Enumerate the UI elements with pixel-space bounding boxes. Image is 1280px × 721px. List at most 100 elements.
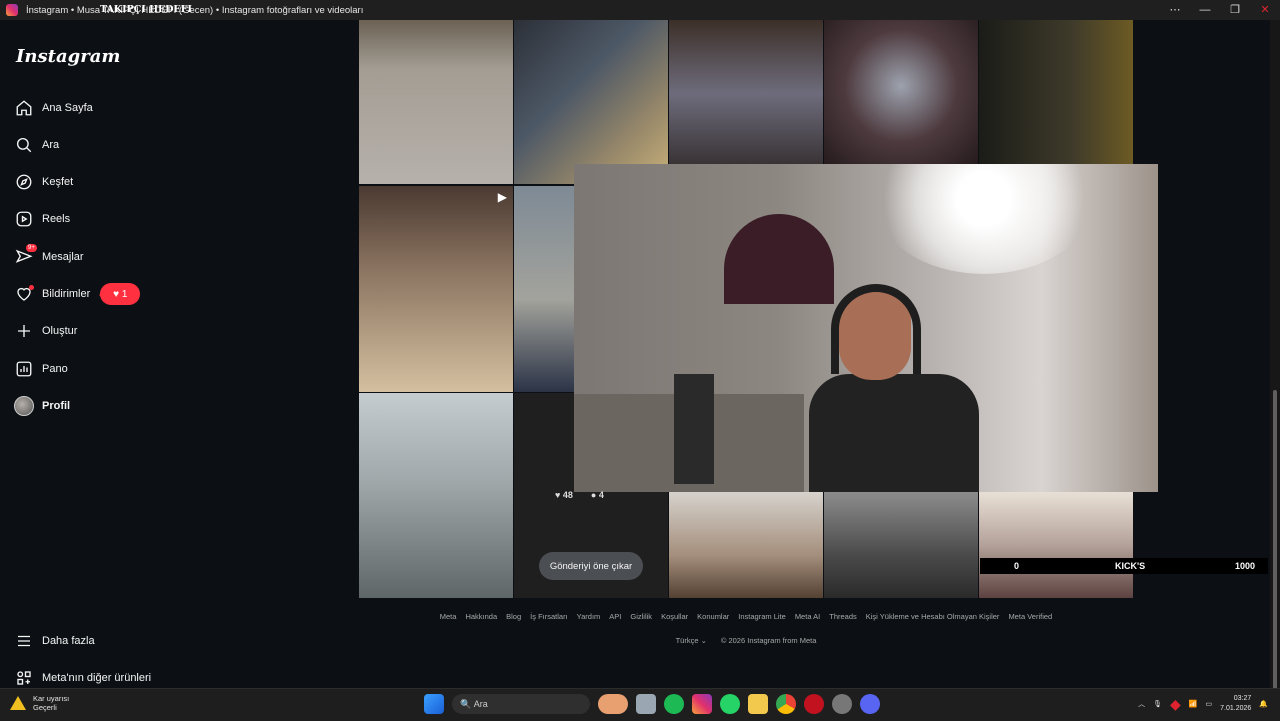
chevron-up-icon[interactable]: ︿ (1138, 699, 1145, 709)
post-thumbnail[interactable] (359, 393, 513, 598)
post-thumbnail[interactable] (359, 20, 513, 184)
dashboard-icon (14, 359, 34, 379)
task-view-icon[interactable] (636, 694, 656, 714)
clock[interactable]: 03:27 7.01.2026 (1220, 694, 1251, 714)
ellipsis-icon[interactable]: ⋯ (1160, 0, 1190, 20)
plus-icon (14, 321, 34, 341)
chrome-icon[interactable] (776, 694, 796, 714)
notifications-icon[interactable]: 🔔 (1259, 700, 1268, 708)
footer-link[interactable]: Meta AI (795, 612, 820, 621)
heart-icon (14, 284, 34, 304)
page-scrollbar[interactable] (1270, 20, 1280, 690)
nav-create[interactable]: Oluştur (14, 318, 77, 344)
stream-overlay-title: TAKIPÇI HEDEFI (100, 4, 192, 15)
spotify-icon[interactable] (664, 694, 684, 714)
footer-link[interactable]: Blog (506, 612, 521, 621)
nav-messages-label: Mesajlar (42, 251, 84, 263)
nav-notifications[interactable]: Bildirimler ♥ 1 (14, 281, 141, 307)
clock-time: 03:27 (1233, 695, 1252, 702)
close-icon[interactable]: ✕ (1250, 0, 1280, 20)
footer-link[interactable]: Kişi Yükleme ve Hesabı Olmayan Kişiler (866, 612, 1000, 621)
reels-icon (14, 209, 34, 229)
footer-link[interactable]: Threads (829, 612, 857, 621)
taskbar-apps: 🔍 Ara (424, 694, 880, 714)
messages-badge: 9+ (26, 244, 37, 252)
nav-messages[interactable]: 9+ Mesajlar (14, 244, 84, 270)
weather-title: Kar uyarısı (33, 694, 70, 703)
post-thumbnail[interactable] (979, 492, 1133, 598)
post-thumbnail[interactable]: ▶ (359, 186, 513, 392)
more-menu[interactable]: Daha fazla (14, 628, 95, 654)
nav-reels[interactable]: Reels (14, 206, 70, 232)
weather-subtitle: Geçerli (33, 703, 57, 712)
footer-link[interactable]: Meta (440, 612, 457, 621)
warning-icon (10, 696, 26, 710)
nav-explore-label: Keşfet (42, 176, 74, 188)
app-red-icon[interactable] (804, 694, 824, 714)
footer-link[interactable]: Instagram Lite (738, 612, 786, 621)
kick-label: KICK'S (1115, 561, 1146, 571)
sidebar: Instagram Ana Sayfa Ara Keşfet Reels 9+ … (0, 20, 359, 688)
footer-link[interactable]: Konumlar (697, 612, 729, 621)
footer-link[interactable]: API (609, 612, 621, 621)
nav-home-label: Ana Sayfa (42, 102, 93, 114)
scrollbar-thumb[interactable] (1273, 390, 1277, 690)
microphone-icon[interactable]: 🎙 (1153, 700, 1162, 708)
webcam-overlay (574, 164, 1158, 492)
reel-play-icon: ▶ (497, 190, 507, 204)
nav-home[interactable]: Ana Sayfa (14, 95, 93, 121)
avatar-icon (14, 396, 34, 416)
red-flag-icon[interactable]: ◆ (1170, 696, 1181, 713)
nav-dashboard[interactable]: Pano (14, 356, 68, 382)
windows-taskbar: Kar uyarısı Geçerli 🔍 Ara ︿ 🎙 ◆ 📶 ▭ 03:2… (0, 688, 1280, 721)
wifi-icon[interactable]: 📶 (1189, 700, 1198, 708)
nav-explore[interactable]: Keşfet (14, 169, 73, 195)
whatsapp-icon[interactable] (720, 694, 740, 714)
nav-search[interactable]: Ara (14, 132, 59, 158)
headphones-icon (831, 284, 921, 374)
notification-dot (29, 285, 34, 290)
footer-link[interactable]: İş Fırsatları (530, 612, 568, 621)
kick-current: 0 (1014, 561, 1020, 571)
comments: ● 4 (590, 490, 604, 500)
post-thumbnail[interactable] (514, 186, 574, 392)
taskbar-search[interactable]: 🔍 Ara (452, 694, 590, 714)
instagram-icon[interactable] (692, 694, 712, 714)
meta-products-label: Meta'nın diğer ürünleri (42, 672, 152, 684)
instagram-favicon-icon (6, 4, 18, 16)
footer-link[interactable]: Koşullar (661, 612, 688, 621)
post-thumbnail[interactable] (824, 20, 978, 184)
battery-icon[interactable]: ▭ (1206, 700, 1213, 708)
nav-reels-label: Reels (42, 213, 71, 225)
footer-link[interactable]: Yardım (577, 612, 601, 621)
discord-icon[interactable] (860, 694, 880, 714)
unhide-post-button[interactable]: Gönderiyi öne çıkar (539, 552, 643, 580)
kick-target: 1000 (1235, 561, 1256, 571)
footer-link[interactable]: Meta Verified (1008, 612, 1052, 621)
notification-pill[interactable]: ♥ 1 (99, 283, 141, 305)
post-stats: ♥ 48 ● 4 (555, 490, 604, 500)
search-highlight-icon[interactable] (598, 694, 628, 714)
minimize-icon[interactable]: — (1190, 0, 1220, 20)
streamer (799, 284, 999, 492)
obs-icon[interactable] (832, 694, 852, 714)
maximize-icon[interactable]: ❐ (1220, 0, 1250, 20)
messenger-icon: 9+ (14, 244, 37, 267)
footer-link[interactable]: Gizlilik (630, 612, 652, 621)
post-thumbnail[interactable] (824, 492, 978, 598)
post-thumbnail[interactable] (979, 20, 1133, 184)
weather-widget[interactable]: Kar uyarısı Geçerli (10, 694, 69, 712)
instagram-logo[interactable]: Instagram (16, 46, 120, 67)
nav-search-label: Ara (42, 139, 60, 151)
hamburger-icon (14, 631, 34, 651)
file-explorer-icon[interactable] (748, 694, 768, 714)
post-thumbnail[interactable] (669, 492, 823, 598)
windows-start-icon[interactable] (424, 694, 444, 714)
nav-profile[interactable]: Profil (14, 393, 70, 419)
notification-count: 1 (121, 288, 128, 300)
post-thumbnail[interactable] (669, 20, 823, 184)
footer-link[interactable]: Hakkında (465, 612, 497, 621)
post-thumbnail[interactable] (514, 20, 668, 184)
grid-plus-icon (14, 668, 34, 688)
language-select[interactable]: Türkçe ⌄ (676, 636, 707, 645)
